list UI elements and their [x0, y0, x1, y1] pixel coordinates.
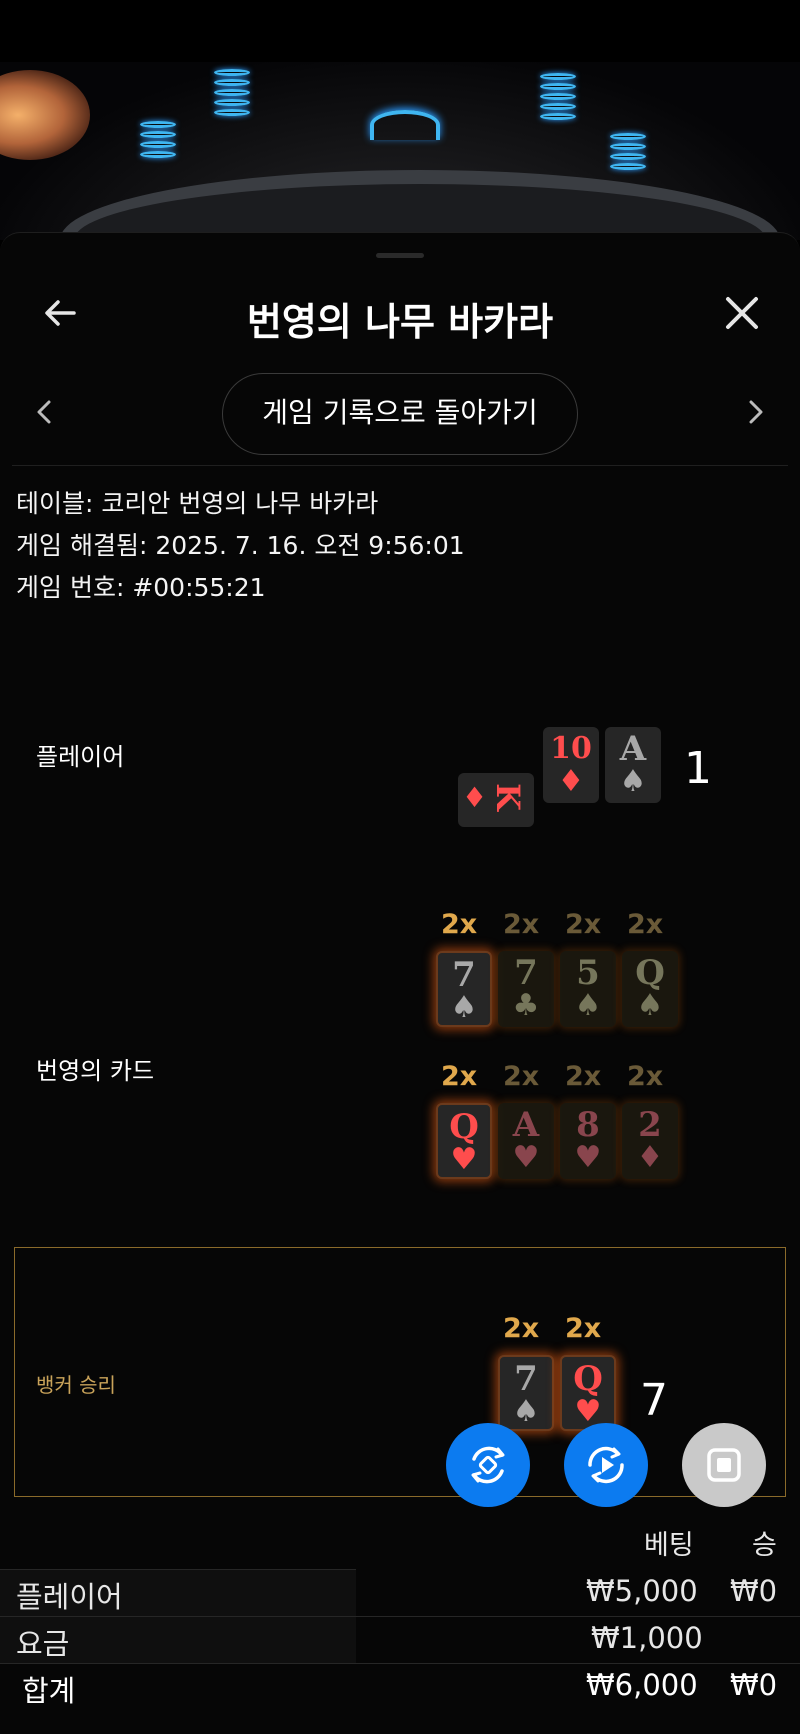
row-bet: ₩5,000	[586, 1574, 698, 1608]
player-score: 1	[684, 743, 712, 794]
fortune-card-rank: A	[512, 1105, 540, 1145]
row-label: 요금	[16, 1627, 70, 1661]
player-label: 플레이어	[36, 743, 125, 771]
fortune-card: 5 ♠	[560, 951, 616, 1027]
row-label: 합계	[22, 1674, 76, 1708]
banker-card-2: Q ♥	[560, 1355, 616, 1431]
fortune-card: 2 ♦	[622, 1103, 678, 1179]
chevron-left-icon[interactable]	[30, 397, 60, 427]
fortune-mult: 2x	[441, 1061, 478, 1092]
fortune-card: 7 ♣	[498, 951, 554, 1027]
row-label: 플레이어	[16, 1580, 123, 1614]
round-nav: 게임 기록으로 돌아가기	[0, 371, 800, 455]
resolved-time: 게임 해결됨: 2025. 7. 16. 오전 9:56:01	[16, 531, 465, 560]
rotate-lock-icon	[471, 1446, 505, 1484]
fortune-mult: 2x	[627, 1061, 664, 1092]
fortune-card: Q ♠	[622, 951, 678, 1027]
banker-mult: 2x	[565, 1313, 602, 1344]
fortune-card-rank: Q	[449, 1107, 479, 1147]
sheet-header: 번영의 나무 바카라	[0, 273, 800, 353]
column-bet: 베팅	[644, 1530, 694, 1561]
banker-card-rank: Q	[573, 1359, 603, 1399]
row-win: ₩0	[730, 1574, 778, 1608]
chevron-right-icon[interactable]	[740, 397, 770, 427]
table-row: 요금 ₩1,000	[0, 1617, 800, 1663]
player-card-1-suit: ♦	[462, 781, 488, 814]
fortune-card: 7 ♠	[436, 951, 492, 1027]
banker-mult: 2x	[503, 1313, 540, 1344]
banker-win-box	[14, 1247, 786, 1497]
fortune-card-rank: 7	[452, 955, 476, 995]
player-card-3-rank: A	[619, 729, 647, 769]
page-title: 번영의 나무 바카라	[246, 300, 554, 344]
live-video-area	[0, 0, 800, 240]
fortune-mult: 2x	[503, 909, 540, 940]
back-to-history-button[interactable]: 게임 기록으로 돌아가기	[222, 373, 578, 455]
fortune-card: Q ♥	[436, 1103, 492, 1179]
player-card-2: 10 ♦	[543, 727, 599, 803]
fortune-mult: 2x	[627, 909, 664, 940]
game-number: 게임 번호: #00:55:21	[16, 573, 266, 602]
fortune-card-suit: ♦	[636, 1140, 664, 1175]
rotate-lock-button[interactable]	[446, 1423, 530, 1507]
banker-card-rank: 7	[514, 1359, 538, 1399]
stop-icon	[707, 1448, 741, 1482]
row-win: ₩0	[730, 1668, 778, 1702]
fortune-mult: 2x	[565, 1061, 602, 1092]
player-card-3-suit: ♠	[619, 764, 647, 799]
fortune-card-rank: Q	[635, 953, 665, 993]
drag-handle[interactable]	[376, 253, 424, 258]
fortune-card-rank: 8	[576, 1105, 600, 1145]
replay-icon	[588, 1446, 624, 1484]
row-bet: ₩6,000	[586, 1668, 698, 1702]
column-win: 승	[752, 1530, 777, 1561]
stop-button[interactable]	[682, 1423, 766, 1507]
fortune-card-suit: ♠	[574, 988, 602, 1023]
player-card-2-rank: 10	[550, 731, 592, 766]
table-row: 플레이어 ₩5,000 ₩0	[0, 1570, 800, 1616]
fortune-card-suit: ♠	[636, 988, 664, 1023]
row-bet: ₩1,000	[591, 1621, 703, 1655]
player-card-1-rank: K	[488, 783, 527, 811]
fortune-card-rank: 7	[514, 953, 538, 993]
banker-score: 7	[640, 1375, 668, 1426]
fortune-mult: 2x	[565, 909, 602, 940]
player-card-3: A ♠	[605, 727, 661, 803]
close-icon[interactable]	[722, 293, 762, 333]
fortune-label: 번영의 카드	[36, 1057, 155, 1085]
banker-card-1: 7 ♠	[498, 1355, 554, 1431]
table-name: 테이블: 코리안 번영의 나무 바카라	[16, 489, 379, 518]
replay-button[interactable]	[564, 1423, 648, 1507]
table-row-total: 합계 ₩6,000 ₩0	[0, 1664, 800, 1710]
fortune-mult: 2x	[441, 909, 478, 940]
player-card-1: ♦ K	[458, 773, 534, 827]
banker-win-label: 뱅커 승리	[36, 1373, 116, 1397]
fortune-card-suit: ♠	[450, 990, 478, 1025]
fortune-card-rank: 2	[638, 1105, 662, 1145]
game-info: 테이블: 코리안 번영의 나무 바카라 게임 해결됨: 2025. 7. 16.…	[16, 483, 465, 609]
fortune-card-suit: ♥	[574, 1140, 602, 1175]
fortune-mult: 2x	[503, 1061, 540, 1092]
game-detail-sheet: 번영의 나무 바카라 게임 기록으로 돌아가기 테이블: 코리안 번영의 나무 …	[0, 232, 800, 1734]
divider	[12, 465, 788, 466]
fortune-card: A ♥	[498, 1103, 554, 1179]
player-card-2-suit: ♦	[557, 764, 585, 799]
fortune-card-suit: ♥	[512, 1140, 540, 1175]
fortune-card: 8 ♥	[560, 1103, 616, 1179]
fortune-card-rank: 5	[576, 953, 600, 993]
fortune-card-suit: ♥	[450, 1142, 478, 1177]
fortune-card-suit: ♣	[512, 988, 540, 1023]
